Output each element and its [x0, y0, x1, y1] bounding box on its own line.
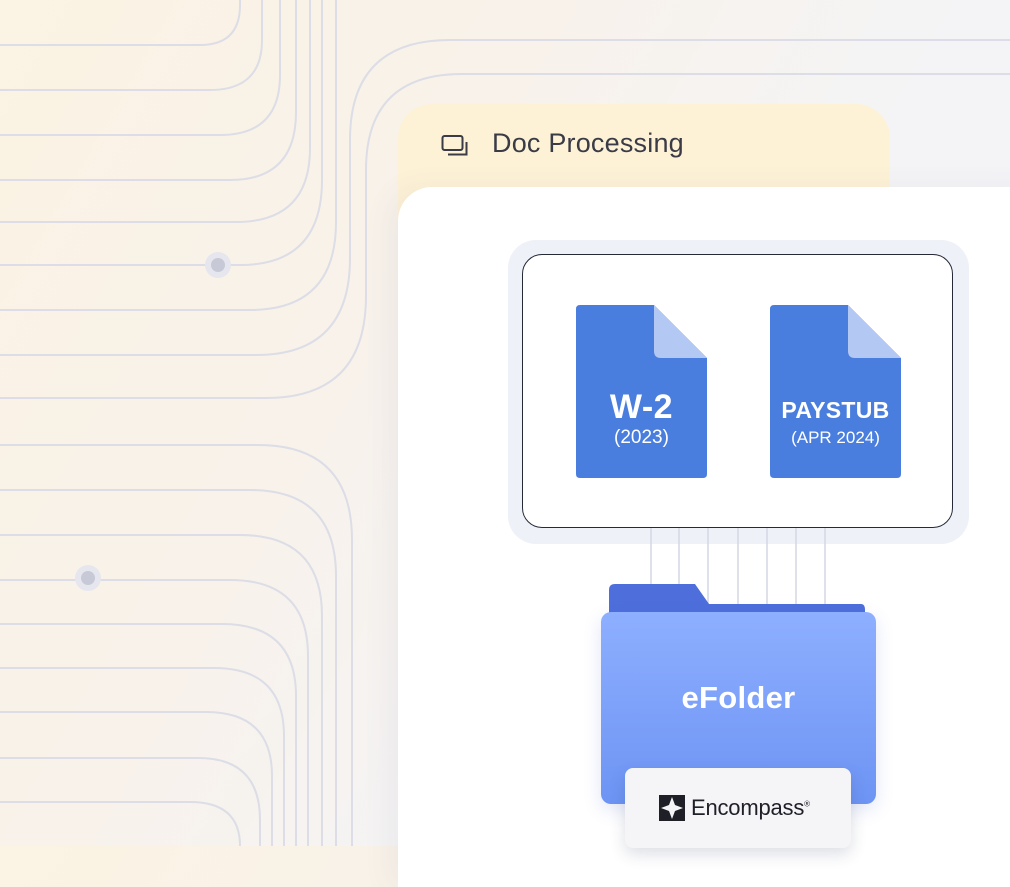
registered-mark: ®	[804, 799, 810, 809]
document-title: PAYSTUB	[781, 397, 890, 423]
document-subtitle: (APR 2024)	[791, 428, 880, 447]
stacked-window-icon	[441, 135, 468, 156]
panel-title: Doc Processing	[492, 128, 684, 158]
encompass-badge: Encompass®	[625, 768, 851, 848]
document-paystub[interactable]: PAYSTUB (APR 2024)	[770, 305, 901, 478]
encompass-logo-icon	[659, 795, 685, 821]
document-subtitle: (2023)	[614, 427, 669, 448]
document-icon	[770, 305, 901, 478]
encompass-brand-text: Encompass®	[691, 795, 810, 821]
efolder-label: eFolder	[681, 680, 796, 715]
brand-name: Encompass	[691, 795, 805, 820]
document-w2[interactable]: W-2 (2023)	[576, 305, 707, 478]
document-title: W-2	[609, 388, 674, 426]
